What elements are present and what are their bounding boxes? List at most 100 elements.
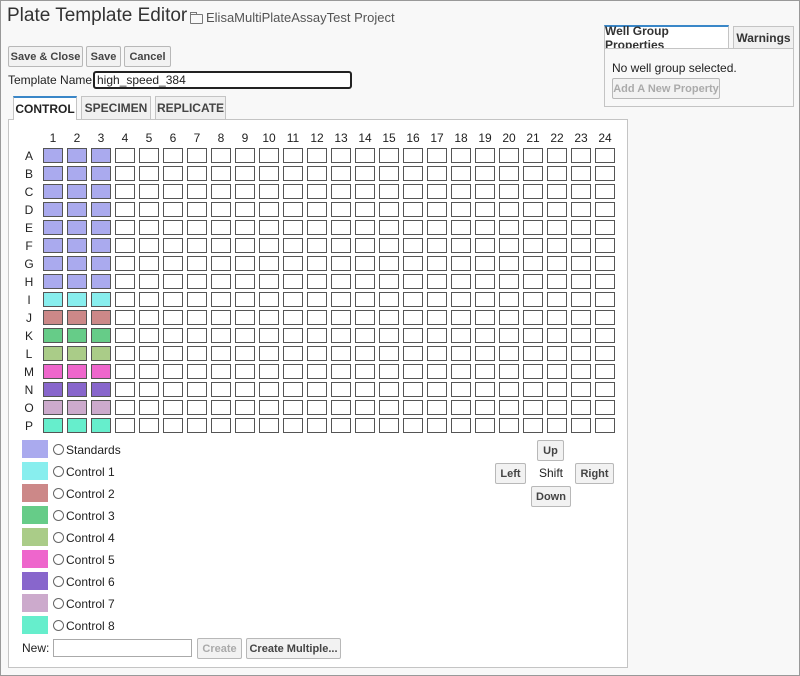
- plate-well[interactable]: [355, 292, 375, 307]
- plate-well[interactable]: [523, 166, 543, 181]
- plate-well[interactable]: [115, 166, 135, 181]
- plate-well[interactable]: [355, 220, 375, 235]
- plate-well[interactable]: [571, 328, 591, 343]
- plate-well[interactable]: [307, 346, 327, 361]
- plate-well[interactable]: [595, 382, 615, 397]
- plate-well[interactable]: [595, 328, 615, 343]
- plate-well[interactable]: [187, 184, 207, 199]
- plate-well[interactable]: [163, 238, 183, 253]
- plate-well[interactable]: [139, 220, 159, 235]
- plate-well[interactable]: [499, 220, 519, 235]
- plate-well[interactable]: [499, 184, 519, 199]
- plate-well[interactable]: [283, 400, 303, 415]
- project-link[interactable]: ElisaMultiPlateAssayTest Project: [190, 10, 395, 25]
- shift-down-button[interactable]: Down: [531, 486, 571, 507]
- plate-well[interactable]: [139, 238, 159, 253]
- plate-well[interactable]: [523, 310, 543, 325]
- plate-well[interactable]: [355, 310, 375, 325]
- plate-well[interactable]: [571, 400, 591, 415]
- group-radio[interactable]: [53, 620, 64, 631]
- plate-well[interactable]: [259, 310, 279, 325]
- plate-well[interactable]: [259, 166, 279, 181]
- plate-well[interactable]: [163, 328, 183, 343]
- cancel-button[interactable]: Cancel: [124, 46, 171, 67]
- plate-well[interactable]: [187, 148, 207, 163]
- plate-well[interactable]: [43, 274, 63, 289]
- plate-well[interactable]: [523, 292, 543, 307]
- plate-well[interactable]: [475, 148, 495, 163]
- group-radio[interactable]: [53, 488, 64, 499]
- plate-well[interactable]: [475, 274, 495, 289]
- plate-well[interactable]: [259, 400, 279, 415]
- plate-well[interactable]: [259, 148, 279, 163]
- plate-well[interactable]: [403, 346, 423, 361]
- plate-well[interactable]: [283, 292, 303, 307]
- plate-well[interactable]: [475, 220, 495, 235]
- plate-well[interactable]: [547, 328, 567, 343]
- group-radio[interactable]: [53, 466, 64, 477]
- plate-well[interactable]: [43, 418, 63, 433]
- plate-well[interactable]: [571, 346, 591, 361]
- plate-well[interactable]: [355, 202, 375, 217]
- plate-well[interactable]: [307, 256, 327, 271]
- plate-well[interactable]: [523, 202, 543, 217]
- plate-well[interactable]: [115, 400, 135, 415]
- shift-right-button[interactable]: Right: [575, 463, 614, 484]
- plate-well[interactable]: [67, 310, 87, 325]
- plate-well[interactable]: [67, 418, 87, 433]
- plate-well[interactable]: [163, 256, 183, 271]
- plate-well[interactable]: [91, 346, 111, 361]
- plate-well[interactable]: [403, 274, 423, 289]
- plate-well[interactable]: [235, 364, 255, 379]
- plate-well[interactable]: [379, 418, 399, 433]
- plate-well[interactable]: [571, 256, 591, 271]
- plate-well[interactable]: [427, 256, 447, 271]
- plate-well[interactable]: [91, 328, 111, 343]
- plate-well[interactable]: [403, 382, 423, 397]
- plate-well[interactable]: [163, 346, 183, 361]
- plate-well[interactable]: [451, 238, 471, 253]
- plate-well[interactable]: [475, 328, 495, 343]
- plate-well[interactable]: [139, 292, 159, 307]
- plate-well[interactable]: [115, 382, 135, 397]
- plate-well[interactable]: [379, 400, 399, 415]
- plate-well[interactable]: [139, 184, 159, 199]
- plate-well[interactable]: [307, 400, 327, 415]
- plate-well[interactable]: [163, 400, 183, 415]
- plate-well[interactable]: [403, 310, 423, 325]
- plate-well[interactable]: [235, 328, 255, 343]
- plate-well[interactable]: [139, 256, 159, 271]
- plate-well[interactable]: [307, 202, 327, 217]
- plate-well[interactable]: [499, 400, 519, 415]
- plate-well[interactable]: [475, 400, 495, 415]
- plate-well[interactable]: [259, 328, 279, 343]
- plate-well[interactable]: [451, 274, 471, 289]
- plate-well[interactable]: [259, 382, 279, 397]
- plate-well[interactable]: [67, 184, 87, 199]
- plate-well[interactable]: [427, 202, 447, 217]
- group-radio[interactable]: [53, 554, 64, 565]
- plate-well[interactable]: [115, 346, 135, 361]
- plate-well[interactable]: [235, 400, 255, 415]
- plate-well[interactable]: [163, 274, 183, 289]
- plate-well[interactable]: [307, 292, 327, 307]
- plate-well[interactable]: [307, 418, 327, 433]
- plate-well[interactable]: [379, 184, 399, 199]
- plate-well[interactable]: [307, 382, 327, 397]
- plate-well[interactable]: [187, 220, 207, 235]
- plate-well[interactable]: [235, 382, 255, 397]
- plate-well[interactable]: [139, 418, 159, 433]
- plate-well[interactable]: [499, 256, 519, 271]
- plate-well[interactable]: [379, 220, 399, 235]
- plate-well[interactable]: [283, 256, 303, 271]
- plate-well[interactable]: [211, 346, 231, 361]
- group-radio[interactable]: [53, 444, 64, 455]
- plate-well[interactable]: [571, 382, 591, 397]
- plate-well[interactable]: [451, 328, 471, 343]
- plate-well[interactable]: [235, 346, 255, 361]
- plate-well[interactable]: [427, 346, 447, 361]
- plate-well[interactable]: [451, 292, 471, 307]
- plate-well[interactable]: [331, 382, 351, 397]
- plate-well[interactable]: [475, 292, 495, 307]
- plate-well[interactable]: [187, 292, 207, 307]
